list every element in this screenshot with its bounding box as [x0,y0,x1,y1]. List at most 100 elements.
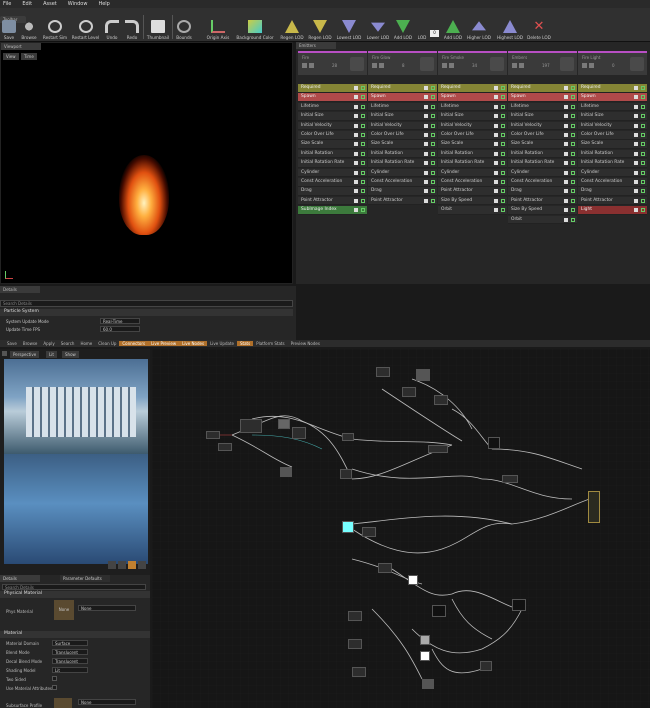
module-graph-icon[interactable] [354,86,358,90]
graph-node[interactable] [340,469,352,479]
undo-button[interactable]: Undo [104,16,120,40]
constant-white-node[interactable] [408,575,418,585]
origin-axis-button[interactable]: Origin Axis [205,16,231,40]
emitter-module-row[interactable]: Initial Rotation Rate [298,159,367,168]
decal-blend-mode-dropdown[interactable]: Translucent [52,658,88,664]
emitter-module-row[interactable]: Initial Velocity [438,121,507,131]
emitter-module-row[interactable]: Spawn [508,93,577,102]
module-enable-checkbox[interactable] [571,142,575,147]
emitter-module-row[interactable]: Drag [508,187,577,196]
save-button[interactable]: Save [1,16,17,40]
plane-preview-icon[interactable] [128,561,136,569]
emitter-module-row[interactable]: Required [368,84,437,93]
mat-live-preview-button[interactable]: Live Preview [148,341,180,346]
module-graph-icon[interactable] [354,104,358,109]
emitter-solo-icon[interactable] [379,63,384,68]
emitter-module-row[interactable]: SubImage Index [298,206,367,215]
module-graph-icon[interactable] [494,151,498,156]
viewport-options-icon[interactable] [2,351,7,356]
module-graph-icon[interactable] [354,189,358,194]
emitter-module-row[interactable]: Color Over Life [438,131,507,140]
graph-node[interactable] [342,433,354,441]
module-graph-icon[interactable] [424,123,428,128]
emitter-module-row[interactable]: Initial Rotation Rate [368,159,437,168]
emitter-module-row[interactable]: Initial Velocity [508,121,577,131]
module-enable-checkbox[interactable] [431,123,435,128]
view-menu-button[interactable]: View [3,53,19,60]
add-lod-button-2[interactable]: Add LOD [443,16,463,40]
menu-window[interactable]: Window [68,1,88,7]
graph-node[interactable] [348,639,362,649]
module-enable-checkbox[interactable] [361,133,365,137]
module-enable-checkbox[interactable] [431,86,435,90]
phys-material-dropdown[interactable]: None [78,605,136,611]
physical-material-section[interactable]: Physical Material [0,591,150,598]
emitter-module-row[interactable]: Spawn [438,93,507,102]
add-lod-button-1[interactable]: Add LOD [393,16,413,40]
emitter-module-row[interactable]: Point Attractor [298,196,367,206]
emitter-module-row[interactable]: Color Over Life [508,131,577,140]
mat-details-tab[interactable]: Details [0,575,40,582]
module-enable-checkbox[interactable] [501,180,505,184]
module-enable-checkbox[interactable] [361,95,365,100]
texture-sample-node[interactable] [416,369,430,381]
graph-node[interactable] [488,437,500,449]
module-graph-icon[interactable] [634,95,638,100]
module-graph-icon[interactable] [494,161,498,166]
emitter-module-row[interactable]: Drag [298,187,367,196]
show-button[interactable]: Show [62,351,79,358]
module-graph-icon[interactable] [494,123,498,128]
system-update-mode-dropdown[interactable]: Real-Time [100,318,140,324]
module-graph-icon[interactable] [354,95,358,100]
mat-home-button[interactable]: Home [77,341,95,346]
subsurface-profile-dropdown[interactable]: None [78,699,136,705]
emitter-header[interactable]: Fire Light 0 [578,51,647,75]
module-enable-checkbox[interactable] [571,151,575,156]
emitter-module-row[interactable]: Lifetime [298,102,367,112]
module-enable-checkbox[interactable] [431,170,435,175]
module-graph-icon[interactable] [354,180,358,184]
emitter-module-row[interactable]: Spawn [368,93,437,102]
emitter-column[interactable]: Fire Light 0 Required Spawn Lifetime Initial … [578,51,647,281]
graph-node[interactable] [292,427,306,439]
emitter-header[interactable]: Fire Glow 8 [368,51,437,75]
module-enable-checkbox[interactable] [361,151,365,156]
emitter-module-row[interactable]: Required [298,84,367,93]
higher-lod-button[interactable]: Higher LOD [466,16,492,40]
emitter-module-row[interactable]: Spawn [578,93,647,102]
module-enable-checkbox[interactable] [501,104,505,109]
module-enable-checkbox[interactable] [501,142,505,147]
module-enable-checkbox[interactable] [431,151,435,156]
module-enable-checkbox[interactable] [431,95,435,100]
module-graph-icon[interactable] [564,189,568,194]
emitter-column[interactable]: Fire 28 Required Spawn Lifetime Initial Size I… [298,51,367,281]
emitter-module-row[interactable]: Lifetime [368,102,437,112]
emitter-module-row[interactable]: Initial Velocity [298,121,367,131]
module-enable-checkbox[interactable] [571,208,575,213]
module-graph-icon[interactable] [424,161,428,166]
module-enable-checkbox[interactable] [501,133,505,137]
graph-node[interactable] [362,527,376,537]
module-enable-checkbox[interactable] [641,95,645,100]
module-enable-checkbox[interactable] [431,189,435,194]
module-graph-icon[interactable] [424,95,428,100]
emitter-module-row[interactable]: Size Scale [578,140,647,149]
emitter-module-row[interactable]: Const Acceleration [298,178,367,187]
module-enable-checkbox[interactable] [361,189,365,194]
emitter-module-row[interactable]: Lifetime [578,102,647,112]
module-graph-icon[interactable] [634,133,638,137]
texture-sample-node[interactable] [420,635,430,645]
module-graph-icon[interactable] [634,86,638,90]
mat-stats-button[interactable]: Stats [237,341,254,346]
module-enable-checkbox[interactable] [431,198,435,203]
sphere-preview-icon[interactable] [118,561,126,569]
emitter-module-row[interactable]: Initial Rotation [508,149,577,159]
module-enable-checkbox[interactable] [641,86,645,90]
module-enable-checkbox[interactable] [501,86,505,90]
graph-node[interactable] [206,431,220,439]
two-sided-checkbox[interactable] [52,676,57,681]
graph-node[interactable] [432,605,446,617]
emitter-module-row[interactable]: Initial Size [298,112,367,121]
mat-cleanup-button[interactable]: Clean Up [95,341,119,346]
module-enable-checkbox[interactable] [571,123,575,128]
